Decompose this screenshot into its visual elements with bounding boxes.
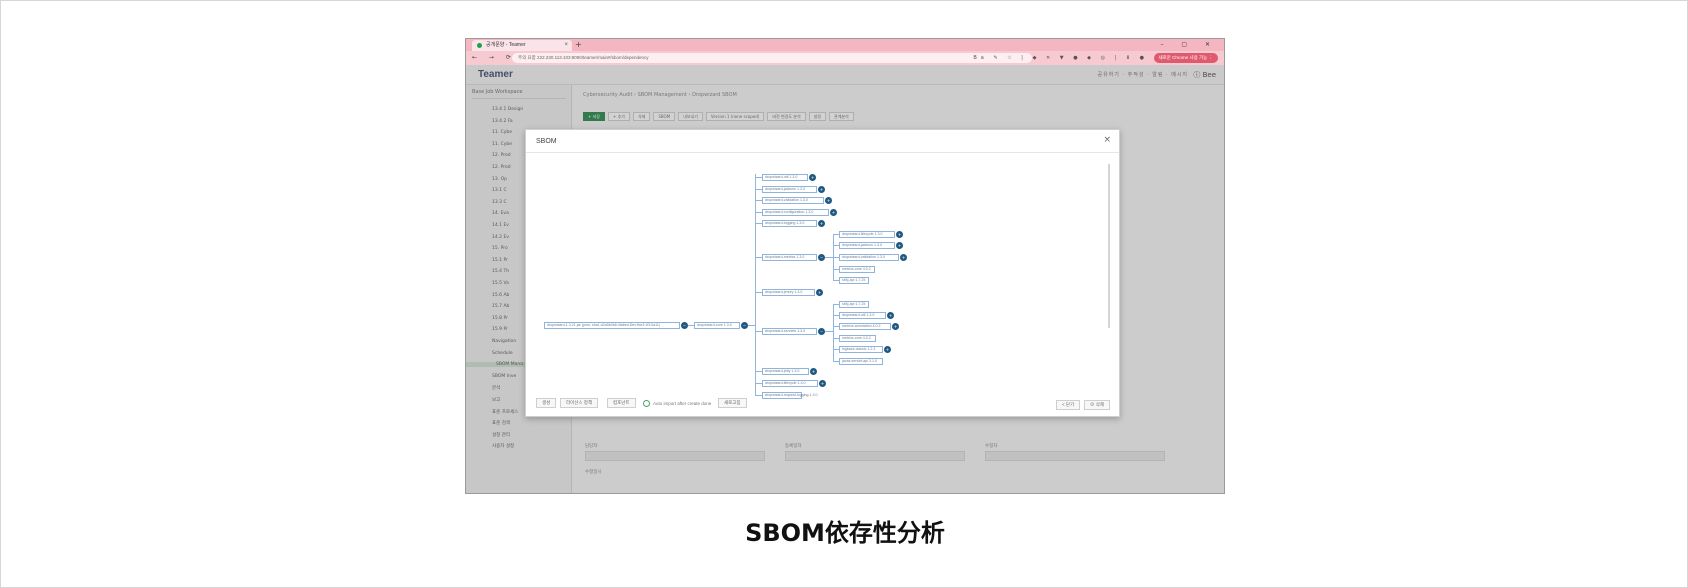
extension-icons[interactable]: Ba ✎ ☆ | ◆ ✕ ▼ ● ◆ ◎ | ⬇ ● (973, 54, 1148, 62)
dependency-node[interactable]: javax.servlet-api 3.1.0 (839, 358, 883, 365)
sbom-modal: SBOM × dropwizard-1.3.21.jar (pom, sha1:… (525, 129, 1120, 417)
dependency-node[interactable]: dropwizard-util 1.3.0 (839, 312, 886, 319)
expand-toggle-icon[interactable]: + (900, 254, 907, 261)
create-button[interactable]: 생성 (536, 398, 557, 408)
expand-toggle-icon[interactable]: − (818, 328, 825, 335)
tree-connector (825, 331, 833, 332)
dependency-node[interactable]: dropwizard-util 1.3.0 (762, 174, 808, 181)
refresh-button[interactable]: 새로고침 (718, 398, 747, 408)
tree-connector (755, 383, 762, 384)
dependency-node[interactable]: logback-classic 1.2.3 (839, 346, 883, 353)
modal-title: SBOM (536, 138, 557, 145)
close-icon[interactable]: × (1103, 135, 1111, 145)
tree-connector (825, 257, 833, 258)
tree-connector (755, 200, 762, 201)
dependency-node[interactable]: dropwizard-lifecycle 1.3.0 (839, 231, 895, 238)
tree-connector (755, 395, 762, 396)
dependency-node[interactable]: dropwizard-metrics 1.3.0 (762, 254, 817, 261)
dependency-node[interactable]: dropwizard-jackson 1.3.0 (762, 186, 817, 193)
dependency-node[interactable]: dropwizard-jersey 1.3.0 (762, 289, 815, 296)
expand-toggle-icon[interactable]: + (819, 380, 826, 387)
figure-caption: SBOM依存性分析 (745, 519, 945, 547)
dependency-node[interactable]: metrics-annotation 4.0.2 (839, 323, 891, 330)
expand-toggle-icon[interactable]: + (896, 242, 903, 249)
expand-toggle-icon[interactable]: + (892, 323, 899, 330)
page-frame: 공개문양 - Teamer × + – ▢ ✕ ← → ⟳ 주의 요함 222.… (0, 0, 1688, 588)
dependency-node[interactable]: slf4j-api 1.7.25 (839, 277, 869, 284)
dependency-node[interactable]: dropwizard-validation 1.3.0 (762, 197, 824, 204)
dependency-node[interactable]: dropwizard-servlets 1.3.0 (762, 328, 817, 335)
browser-tab-bar: 공개문양 - Teamer × + – ▢ ✕ (466, 39, 1224, 51)
dependency-node[interactable]: slf4j-api 1.7.25 (839, 301, 869, 308)
expand-toggle-icon[interactable]: + (818, 186, 825, 193)
dependency-node[interactable]: dropwizard-jetty 1.3.0 (762, 368, 809, 375)
dependency-node[interactable]: dropwizard-core 1.3.0 (694, 322, 740, 329)
expand-toggle-icon[interactable]: − (741, 322, 748, 329)
url-field[interactable]: 주의 요함 222.230.113.103:8090/teamer/main#/… (512, 53, 1032, 63)
chrome-update-button[interactable]: 새로운 Chrome 사용 가능 ⋮ (1153, 53, 1218, 63)
tree-connector (755, 223, 762, 224)
expand-toggle-icon[interactable]: + (896, 231, 903, 238)
dependency-node[interactable]: dropwizard-request-logging 1.3.0 (762, 392, 818, 399)
window-controls[interactable]: – ▢ ✕ (1160, 39, 1218, 51)
modal-scrollbar[interactable] (1108, 164, 1110, 328)
dependency-node[interactable]: dropwizard-lifecycle 1.3.0 (762, 380, 818, 387)
auto-import-radio[interactable] (643, 400, 650, 407)
tab-favicon-icon (477, 43, 482, 48)
expand-toggle-icon[interactable]: − (818, 254, 825, 261)
dependency-node[interactable]: metrics-core 4.0.2 (839, 335, 876, 342)
dependency-node[interactable]: dropwizard-1.3.21.jar (pom, sha1:d2a5b0b… (544, 322, 680, 329)
tab-title: 공개문양 - Teamer (486, 42, 526, 48)
expand-toggle-icon[interactable]: + (830, 209, 837, 216)
component-button[interactable]: 컴포넌트 (607, 398, 636, 408)
expand-toggle-icon[interactable]: + (884, 346, 891, 353)
browser-address-bar: ← → ⟳ 주의 요함 222.230.113.103:8090/teamer/… (466, 51, 1224, 65)
tree-connector (755, 292, 762, 293)
tree-connector (833, 304, 834, 361)
auto-import-label: Auto import after create done (653, 401, 712, 406)
expand-toggle-icon[interactable]: + (816, 289, 823, 296)
expand-toggle-icon[interactable]: + (818, 220, 825, 227)
tab-close-icon[interactable]: × (564, 40, 568, 51)
new-tab-button[interactable]: + (575, 39, 582, 51)
tree-connector (748, 325, 755, 326)
license-policy-button[interactable]: 라이선스 정책 (560, 398, 599, 408)
delete-button[interactable]: ⊘ 삭제 (1084, 400, 1111, 410)
dependency-node[interactable]: dropwizard-jackson 1.3.0 (839, 242, 895, 249)
tree-connector (755, 177, 762, 178)
browser-tab[interactable]: 공개문양 - Teamer × (472, 40, 572, 51)
expand-toggle-icon[interactable]: + (887, 312, 894, 319)
tree-connector (755, 189, 762, 190)
cancel-button[interactable]: < 닫기 (1056, 400, 1081, 410)
nav-buttons[interactable]: ← → ⟳ (472, 51, 516, 65)
expand-toggle-icon[interactable]: + (809, 174, 816, 181)
expand-toggle-icon[interactable]: + (825, 197, 832, 204)
modal-divider (526, 152, 1119, 153)
tree-connector (755, 212, 762, 213)
dependency-node[interactable]: dropwizard-configuration 1.3.0 (762, 209, 829, 216)
dependency-node[interactable]: dropwizard-logging 1.3.0 (762, 220, 817, 227)
tree-connector (755, 331, 762, 332)
screenshot: 공개문양 - Teamer × + – ▢ ✕ ← → ⟳ 주의 요함 222.… (465, 38, 1225, 494)
expand-toggle-icon[interactable]: − (681, 322, 688, 329)
tree-connector (755, 174, 756, 396)
tree-connector (755, 257, 762, 258)
tree-connector (755, 371, 762, 372)
dependency-node[interactable]: metrics-core 4.0.2 (839, 266, 875, 273)
dependency-node[interactable]: dropwizard-validation 1.3.0 (839, 254, 899, 261)
expand-toggle-icon[interactable]: + (810, 368, 817, 375)
